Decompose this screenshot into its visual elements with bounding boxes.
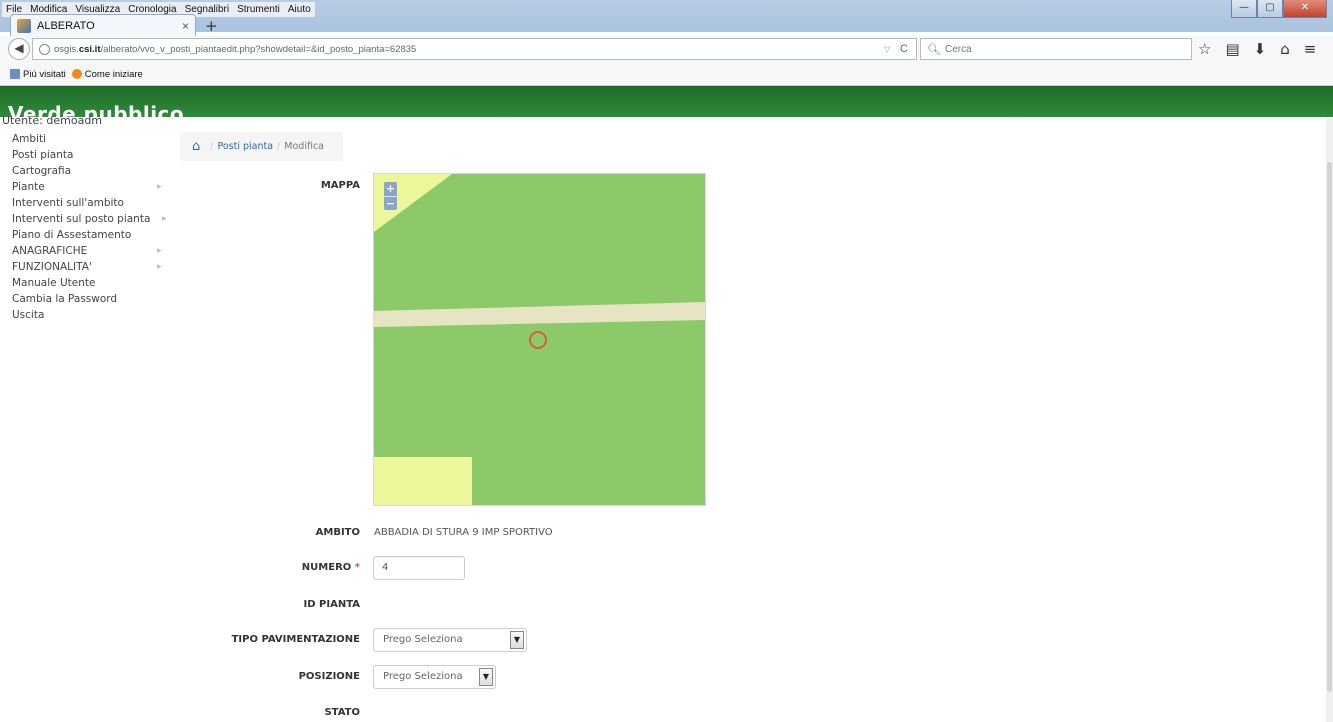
new-tab-button[interactable]: +	[205, 17, 218, 35]
breadcrumb: ⌂ / Posti pianta / Modifica	[180, 132, 343, 161]
sidebar-item-piante[interactable]: Piante ▸	[12, 179, 172, 195]
breadcrumb-current: Modifica	[284, 141, 324, 152]
tipo-pavimentazione-select[interactable]: Prego Seleziona ▼	[373, 628, 527, 652]
tab-favicon-icon	[17, 18, 31, 33]
home-icon[interactable]: ⌂	[192, 139, 200, 154]
breadcrumb-posti-pianta[interactable]: Posti pianta	[217, 141, 273, 152]
map-view[interactable]: + −	[373, 173, 706, 506]
reload-icon[interactable]: C	[900, 43, 908, 55]
maximize-button[interactable]: ▢	[1257, 0, 1283, 18]
bookmark-piu-visitati[interactable]: Più visitati	[10, 69, 66, 80]
sidebar-item-anagrafiche[interactable]: ANAGRAFICHE ▸	[12, 243, 172, 259]
url-path: /alberato/vvo_v_posti_piantaedit.php?sho…	[100, 43, 417, 55]
numero-label: NUMERO *	[301, 562, 360, 573]
sidebar-item-uscita[interactable]: Uscita	[12, 307, 172, 323]
mappa-label: MAPPA	[320, 180, 360, 191]
map-light-area-bottom	[374, 457, 472, 505]
url-bar[interactable]: osgis. csi.it/alberato/vvo_v_posti_pianta…	[32, 38, 917, 60]
sidebar-item-interventi-ambito[interactable]: Interventi sull'ambito	[12, 195, 172, 211]
posizione-value: Prego Seleziona	[383, 671, 463, 682]
menu-aiuto[interactable]: Aiuto	[288, 4, 311, 15]
map-canvas	[374, 174, 705, 505]
chevron-right-icon: ▸	[157, 262, 162, 272]
tipo-pavimentazione-value: Prego Seleziona	[383, 634, 463, 645]
window-titlebar: File Modifica Visualizza Cronologia Segn…	[0, 0, 1333, 32]
back-button[interactable]: ◀	[8, 38, 30, 60]
navigation-bar: ◀ osgis. csi.it/alberato/vvo_v_posti_pian…	[0, 36, 1333, 86]
firefox-icon	[71, 69, 82, 80]
page-scrollbar[interactable]	[1326, 117, 1333, 722]
menu-hamburger-icon[interactable]: ≡	[1304, 40, 1317, 58]
url-domain: csi.it	[78, 43, 101, 55]
sidebar-item-cambia-password[interactable]: Cambia la Password	[12, 291, 172, 307]
stato-label: STATO	[324, 707, 360, 718]
zoom-in-button[interactable]: +	[384, 182, 397, 196]
zoom-out-button[interactable]: −	[384, 196, 397, 210]
sidebar-item-ambiti[interactable]: Ambiti	[12, 131, 172, 147]
sidebar-item-interventi-posto-pianta[interactable]: Interventi sul posto pianta ▸	[12, 211, 172, 227]
chevron-right-icon: ▸	[162, 214, 167, 224]
search-placeholder: Cerca	[944, 43, 972, 55]
browser-tab[interactable]: ALBERATO ×	[10, 14, 196, 36]
menu-strumenti[interactable]: Strumenti	[237, 4, 280, 15]
reading-list-icon[interactable]: ▤	[1225, 40, 1239, 58]
window-controls: — ▢ ✕	[1231, 0, 1327, 18]
sidebar-item-piano-assestamento[interactable]: Piano di Assestamento	[12, 227, 172, 243]
numero-input[interactable]: 4	[373, 556, 465, 580]
chevron-right-icon: ▸	[157, 246, 162, 256]
scrollbar-thumb[interactable]	[1327, 162, 1332, 692]
url-dropdown-icon[interactable]: ▽	[884, 45, 890, 54]
tab-title: ALBERATO	[37, 19, 95, 32]
search-bar[interactable]: 🔍︎ Cerca	[920, 38, 1192, 60]
required-marker: *	[354, 562, 360, 573]
tab-close-icon[interactable]: ×	[182, 19, 189, 33]
search-icon: 🔍︎	[927, 43, 941, 56]
ambito-value: ABBADIA DI STURA 9 IMP SPORTIVO	[374, 527, 553, 538]
map-zoom-control: + −	[384, 182, 397, 210]
id-pianta-label: ID PIANTA	[303, 599, 360, 610]
bookmark-folder-icon	[10, 69, 20, 80]
minimize-button[interactable]: —	[1231, 0, 1257, 18]
dropdown-arrow-icon[interactable]: ▼	[510, 631, 524, 649]
site-info-icon[interactable]	[39, 43, 50, 55]
ambito-label: AMBITO	[315, 527, 360, 538]
sidebar-menu: Ambiti Posti pianta Cartografia Piante ▸ …	[12, 131, 172, 323]
toolbar-icons: ☆ ▤ ⬇ ⌂ ≡	[1198, 40, 1316, 58]
breadcrumb-separator: /	[277, 141, 281, 152]
app-header: Verde pubblico	[0, 86, 1333, 117]
bookmarks-bar: Più visitati Come iniziare	[10, 69, 143, 80]
bookmark-come-iniziare[interactable]: Come iniziare	[71, 69, 143, 80]
sidebar-item-funzionalita[interactable]: FUNZIONALITA' ▸	[12, 259, 172, 275]
url-prefix: osgis.	[54, 43, 79, 55]
sidebar-item-cartografia[interactable]: Cartografia	[12, 163, 172, 179]
current-user: Utente: demoadm	[2, 114, 103, 127]
map-grass-area	[374, 174, 705, 505]
breadcrumb-separator: /	[210, 141, 214, 152]
home-button-icon[interactable]: ⌂	[1280, 40, 1290, 58]
posizione-select[interactable]: Prego Seleziona ▼	[373, 665, 496, 689]
posizione-label: POSIZIONE	[298, 671, 360, 682]
bookmark-star-icon[interactable]: ☆	[1198, 40, 1211, 58]
sidebar-item-manuale-utente[interactable]: Manuale Utente	[12, 275, 172, 291]
close-window-button[interactable]: ✕	[1283, 0, 1327, 18]
dropdown-arrow-icon[interactable]: ▼	[479, 668, 493, 686]
tipo-pavimentazione-label: TIPO PAVIMENTAZIONE	[231, 634, 360, 645]
sidebar-item-posti-pianta[interactable]: Posti pianta	[12, 147, 172, 163]
download-icon[interactable]: ⬇	[1254, 40, 1267, 58]
